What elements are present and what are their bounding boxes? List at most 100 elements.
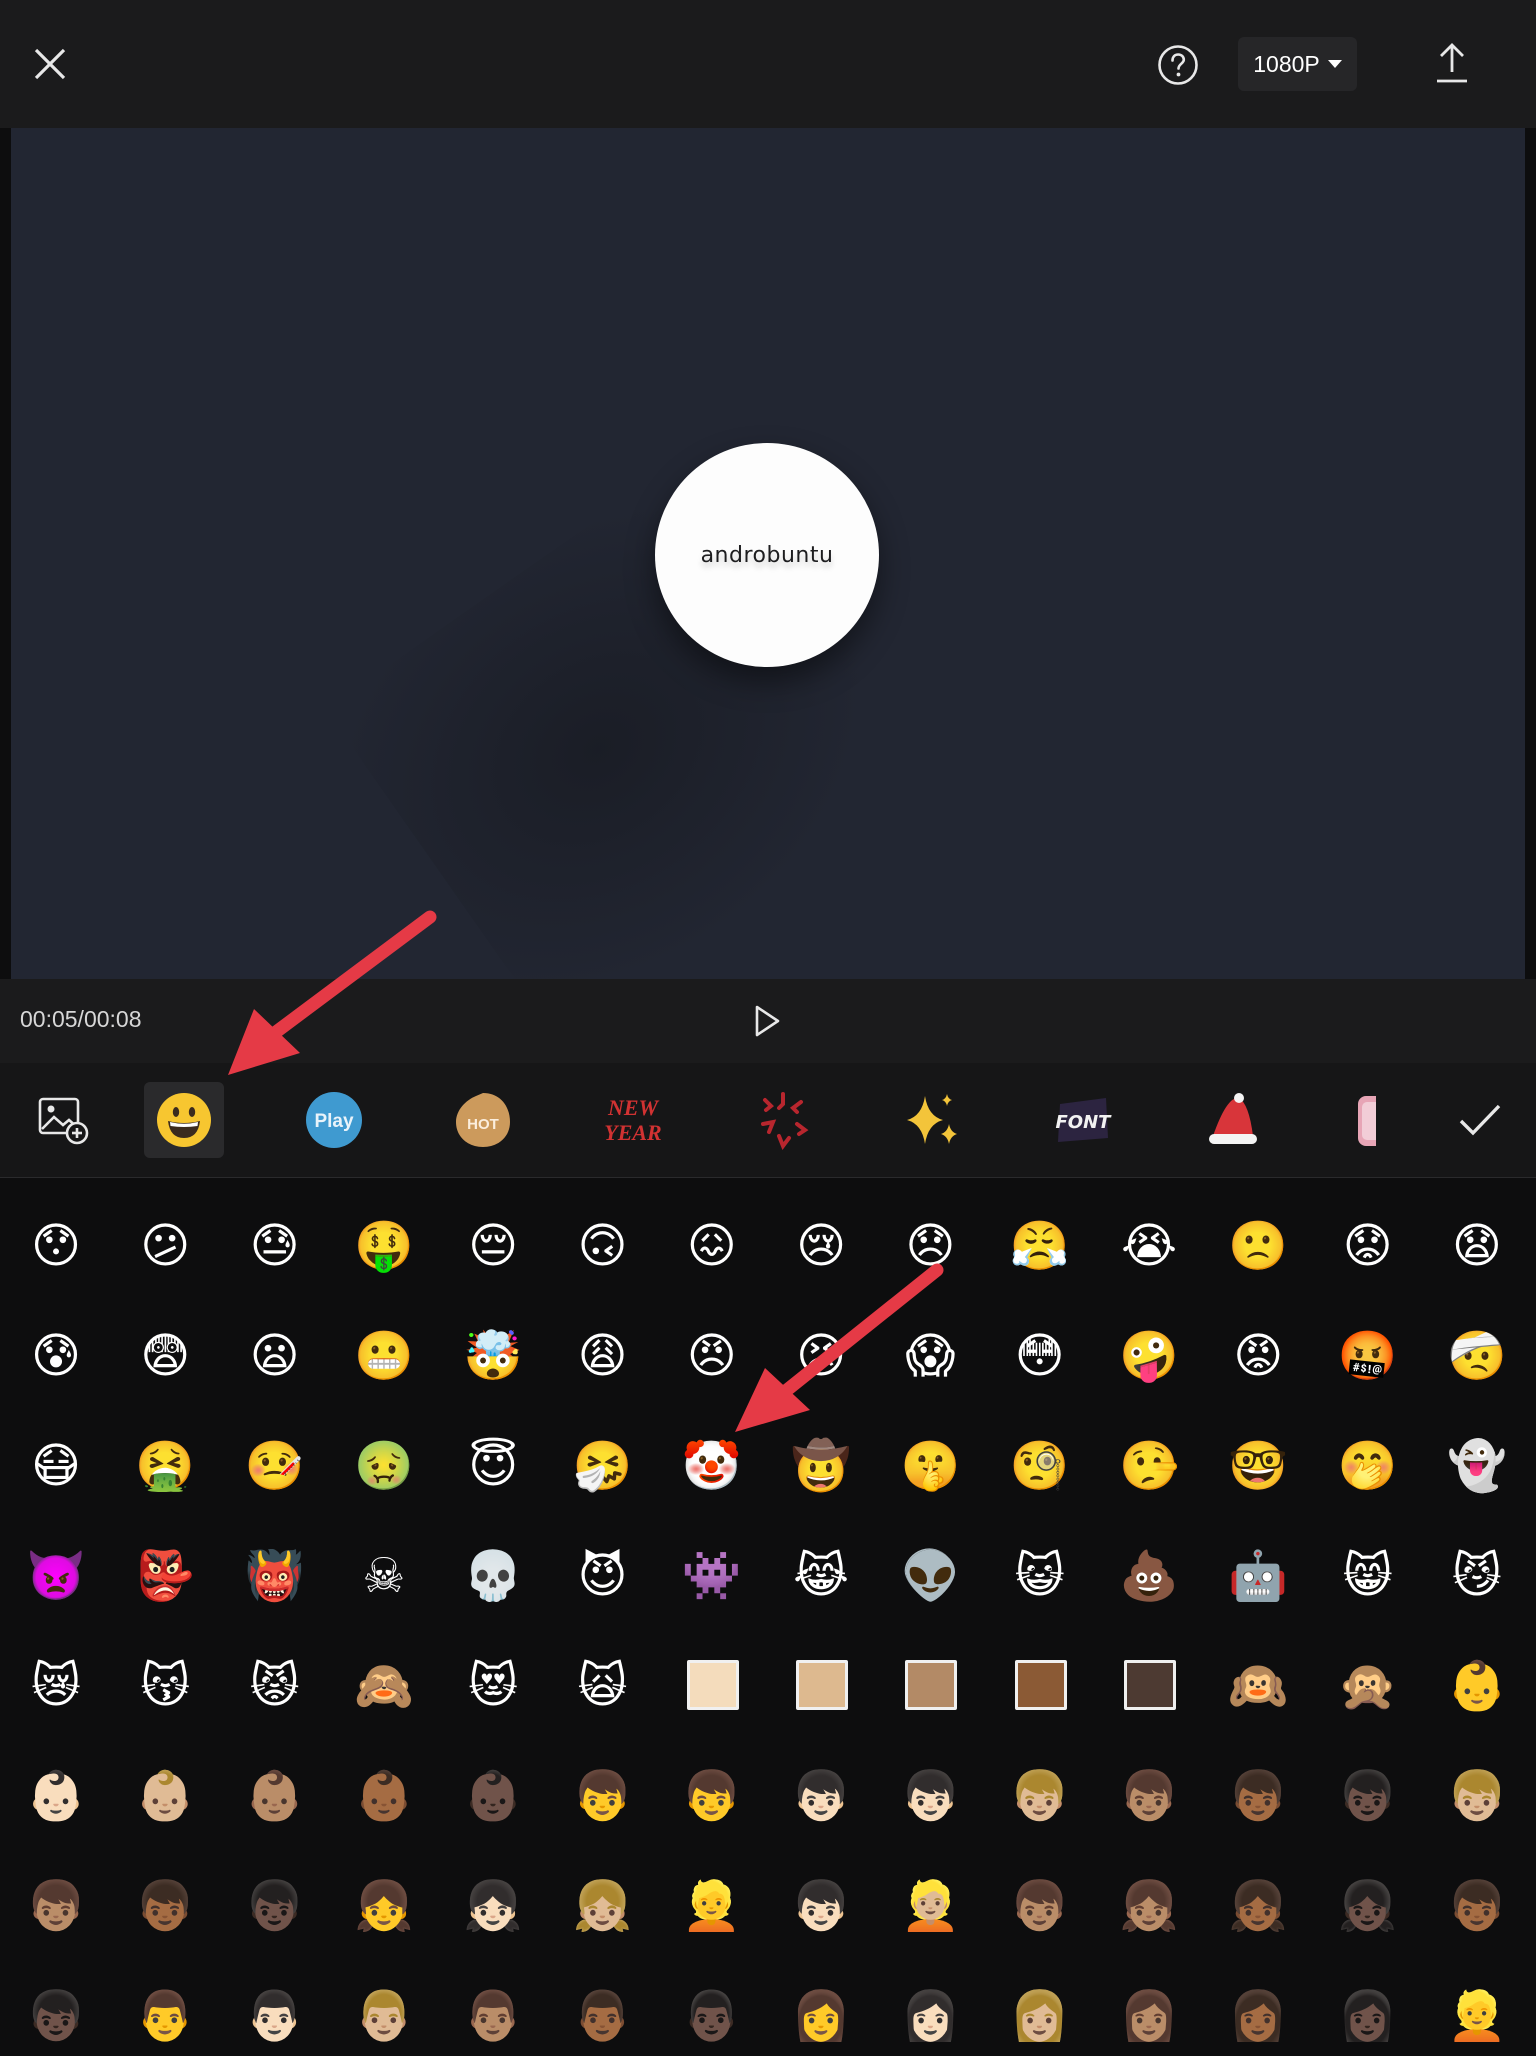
tab-font[interactable]: FONT (1043, 1082, 1123, 1158)
emoji-item[interactable]: 👧🏾 (1218, 1866, 1298, 1946)
emoji-item[interactable]: 👩🏿 (1328, 1976, 1408, 2056)
emoji-item[interactable]: 🤑 (344, 1206, 424, 1286)
emoji-item[interactable]: 👦🏾 (1218, 1756, 1298, 1836)
emoji-item[interactable]: 😠 (672, 1316, 752, 1396)
skin-tone-swatch[interactable] (796, 1660, 849, 1710)
emoji-item[interactable]: 👺 (125, 1536, 205, 1616)
emoji-item[interactable]: 🤢 (344, 1426, 424, 1506)
emoji-item[interactable]: 🤫 (890, 1426, 970, 1506)
emoji-item[interactable]: 👦🏽 (16, 1866, 96, 1946)
emoji-item[interactable]: 😿 (16, 1646, 96, 1726)
emoji-item[interactable]: 🤡 (672, 1426, 752, 1506)
emoji-item[interactable]: 👶🏼 (125, 1756, 205, 1836)
emoji-item[interactable]: 👦🏾 (1437, 1866, 1517, 1946)
emoji-item[interactable]: 😨 (125, 1316, 205, 1396)
emoji-item[interactable]: 😞 (890, 1206, 970, 1286)
emoji-item[interactable]: 😕 (125, 1206, 205, 1286)
emoji-item[interactable]: 👦🏽 (1109, 1756, 1189, 1836)
tab-burst[interactable] (743, 1082, 823, 1158)
emoji-item[interactable]: 👦🏻 (781, 1756, 861, 1836)
emoji-item[interactable]: 😇 (453, 1426, 533, 1506)
emoji-item[interactable]: 🤮 (125, 1426, 205, 1506)
close-icon[interactable] (30, 44, 70, 84)
play-icon[interactable] (753, 1004, 781, 1038)
emoji-item[interactable]: 😰 (16, 1316, 96, 1396)
logo-sticker[interactable]: androbuntu (655, 443, 879, 667)
tab-santa-hat[interactable] (1193, 1082, 1273, 1158)
emoji-item[interactable]: 😣 (781, 1316, 861, 1396)
emoji-item[interactable]: 🧐 (1000, 1426, 1080, 1506)
emoji-item[interactable]: 👨🏽 (453, 1976, 533, 2056)
emoji-item[interactable]: 👱 (1437, 1976, 1517, 2056)
emoji-item[interactable]: 👨🏻 (235, 1976, 315, 2056)
emoji-item[interactable]: 😧 (1437, 1206, 1517, 1286)
emoji-item[interactable]: 😯 (16, 1206, 96, 1286)
emoji-item[interactable]: 😳 (1000, 1316, 1080, 1396)
emoji-item[interactable]: 👾 (672, 1536, 752, 1616)
emoji-item[interactable]: 👦 (563, 1756, 643, 1836)
emoji-item[interactable]: 👽 (890, 1536, 970, 1616)
emoji-item[interactable]: 😺 (1000, 1536, 1080, 1616)
emoji-item[interactable]: 👦🏿 (1328, 1756, 1408, 1836)
resolution-dropdown[interactable]: 1080P (1238, 37, 1357, 91)
export-icon[interactable] (1435, 42, 1469, 84)
emoji-item[interactable]: 😖 (672, 1206, 752, 1286)
emoji-item[interactable]: 👦🏾 (125, 1866, 205, 1946)
emoji-item[interactable]: 👨🏼 (344, 1976, 424, 2056)
emoji-item[interactable]: 😢 (781, 1206, 861, 1286)
emoji-item[interactable]: 👦🏽 (1000, 1866, 1080, 1946)
emoji-item[interactable]: 🙃 (563, 1206, 643, 1286)
emoji-item[interactable]: 👩🏽 (1109, 1976, 1189, 2056)
help-icon[interactable] (1157, 44, 1199, 86)
emoji-item[interactable]: 🤬 (1328, 1316, 1408, 1396)
emoji-item[interactable]: 👧🏿 (1328, 1866, 1408, 1946)
emoji-item[interactable]: 👨 (125, 1976, 205, 2056)
emoji-item[interactable]: 💀 (453, 1536, 533, 1616)
emoji-item[interactable]: 👱🏼 (890, 1866, 970, 1946)
emoji-item[interactable]: 👦🏻 (781, 1866, 861, 1946)
tab-play[interactable]: Play (294, 1082, 374, 1158)
tab-hot[interactable]: HOT (443, 1082, 523, 1158)
emoji-item[interactable]: 😻 (453, 1646, 533, 1726)
emoji-item[interactable]: 👧🏽 (1109, 1866, 1189, 1946)
emoji-item[interactable]: 🤕 (1437, 1316, 1517, 1396)
skin-tone-swatch[interactable] (1124, 1660, 1176, 1710)
emoji-item[interactable]: 😡 (1218, 1316, 1298, 1396)
tab-love[interactable] (1336, 1082, 1376, 1158)
emoji-item[interactable]: 😟 (1328, 1206, 1408, 1286)
emoji-item[interactable]: 👶🏾 (344, 1756, 424, 1836)
emoji-item[interactable]: 👩🏼 (1000, 1976, 1080, 2056)
emoji-item[interactable]: 👶🏿 (453, 1756, 533, 1836)
tab-emoji[interactable] (144, 1082, 224, 1158)
emoji-item[interactable]: 👧🏻 (453, 1866, 533, 1946)
emoji-item[interactable]: 😔 (453, 1206, 533, 1286)
emoji-item[interactable]: 😷 (16, 1426, 96, 1506)
emoji-item[interactable]: 🤖 (1218, 1536, 1298, 1616)
emoji-item[interactable]: 👶 (1437, 1646, 1517, 1726)
emoji-item[interactable]: 👦🏼 (1437, 1756, 1517, 1836)
emoji-item[interactable]: 🤪 (1109, 1316, 1189, 1396)
emoji-item[interactable]: 🤠 (781, 1426, 861, 1506)
emoji-item[interactable]: 🙉 (1218, 1646, 1298, 1726)
tab-sparkles[interactable] (893, 1082, 973, 1158)
skin-tone-swatch[interactable] (686, 1660, 739, 1710)
skin-tone-swatch[interactable] (1014, 1660, 1067, 1710)
emoji-item[interactable]: 👦🏿 (16, 1976, 96, 2056)
emoji-item[interactable]: 👿 (16, 1536, 96, 1616)
emoji-item[interactable]: 👩🏻 (890, 1976, 970, 2056)
emoji-item[interactable]: 👩 (781, 1976, 861, 2056)
add-image-icon[interactable] (24, 1082, 104, 1158)
emoji-item[interactable]: 🤯 (453, 1316, 533, 1396)
emoji-item[interactable]: 👱 (672, 1866, 752, 1946)
emoji-item[interactable]: 😬 (344, 1316, 424, 1396)
emoji-item[interactable]: 😤 (1000, 1206, 1080, 1286)
emoji-item[interactable]: 👶🏽 (235, 1756, 315, 1836)
emoji-item[interactable]: 😱 (890, 1316, 970, 1396)
emoji-item[interactable]: 🤥 (1109, 1426, 1189, 1506)
emoji-item[interactable]: 🙊 (1328, 1646, 1408, 1726)
emoji-item[interactable]: 👦🏿 (235, 1866, 315, 1946)
emoji-item[interactable]: 👨🏿 (672, 1976, 752, 2056)
emoji-item[interactable]: 😩 (563, 1316, 643, 1396)
emoji-item[interactable]: 😽 (125, 1646, 205, 1726)
emoji-item[interactable]: 👧 (344, 1866, 424, 1946)
